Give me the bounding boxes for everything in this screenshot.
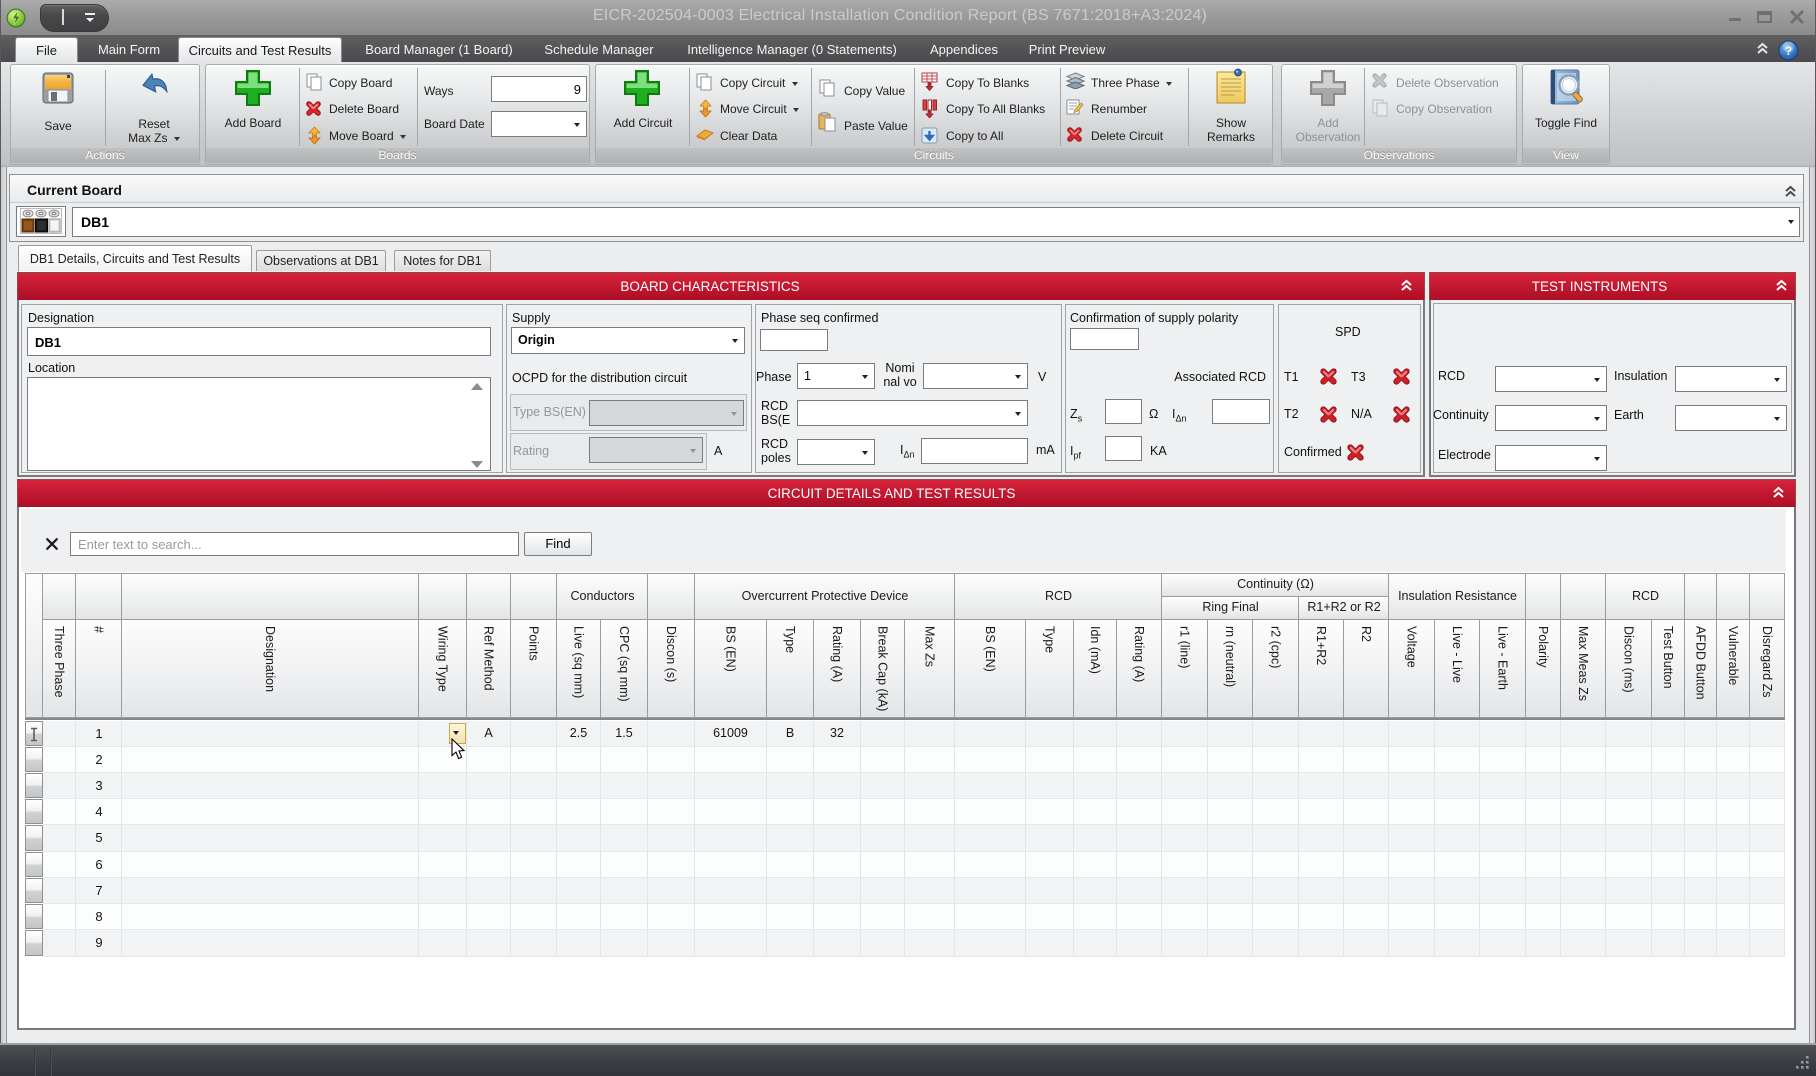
svg-text:?: ? [1785, 44, 1792, 58]
